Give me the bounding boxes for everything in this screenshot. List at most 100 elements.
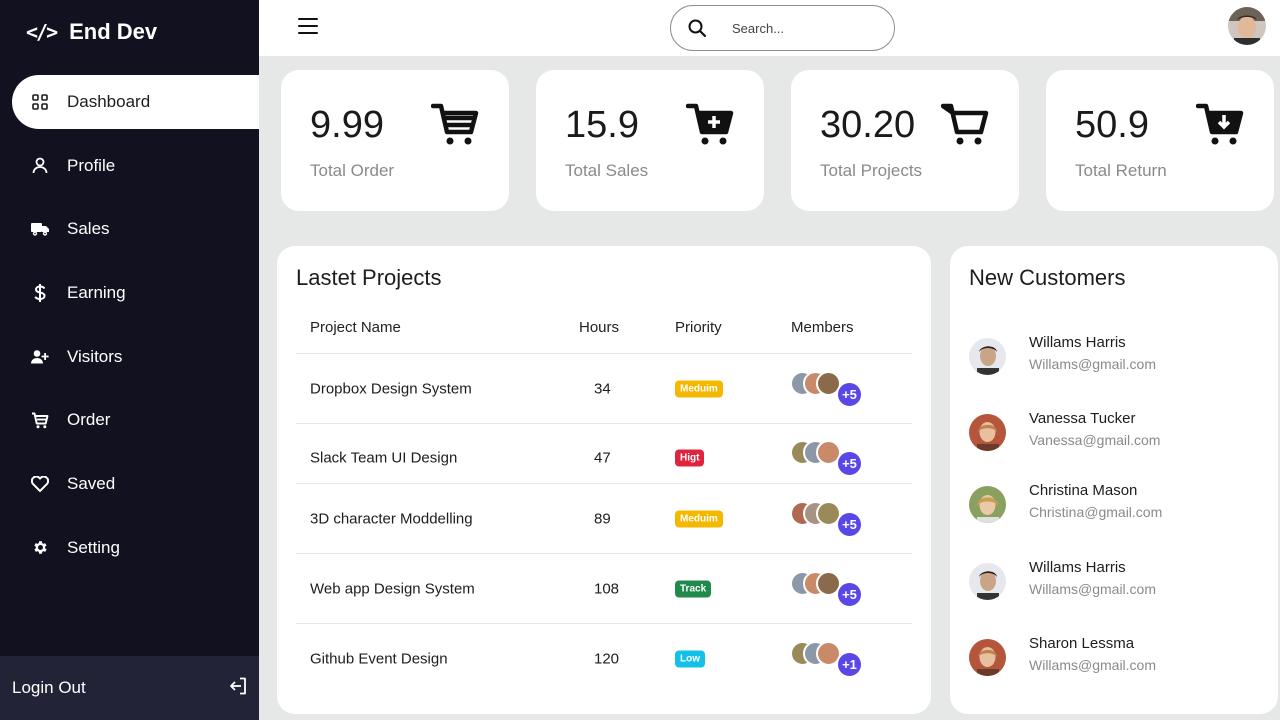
project-hours: 120 [594, 650, 620, 668]
dollar-icon [31, 284, 49, 303]
search-input[interactable] [732, 20, 872, 36]
search-bar[interactable] [670, 5, 895, 51]
topbar [259, 0, 1280, 56]
grid-icon [31, 93, 49, 111]
sidebar-item-label: Saved [67, 474, 116, 494]
code-icon: </> [26, 20, 58, 44]
customer-avatar [969, 338, 1006, 375]
priority-badge: Meduim [675, 510, 723, 527]
panel-title: New Customers [969, 265, 1126, 290]
heart-icon [31, 475, 49, 493]
sidebar: </> End Dev Dashboard Profile Sales Earn… [0, 0, 259, 720]
sidebar-item-label: Visitors [67, 346, 123, 366]
sidebar-item-label: Sales [67, 219, 110, 239]
stat-label: Total Sales [565, 161, 649, 180]
sidebar-item-label: Earning [67, 283, 126, 303]
panel-title: Lastet Projects [296, 265, 442, 290]
user-icon [31, 157, 49, 175]
stat-card-total-order[interactable]: 9.99 Total Order [281, 70, 509, 211]
brand-name: End Dev [69, 19, 158, 44]
sidebar-item-label: Profile [67, 155, 116, 175]
customer-item[interactable]: Vanessa Tucker Vanessa@gmail.com [969, 408, 1259, 458]
cart-arrow-down-icon [1196, 103, 1244, 145]
stat-value: 50.9 [1075, 104, 1149, 146]
customer-name: Vanessa Tucker [1029, 410, 1136, 427]
table-header: Project Name Hours Priority Members [296, 318, 912, 354]
stat-label: Total Return [1075, 161, 1167, 180]
customer-email: Christina@gmail.com [1029, 504, 1163, 520]
cart-icon [431, 103, 479, 145]
sidebar-nav: Dashboard Profile Sales Earning Visitors [0, 75, 259, 585]
customer-avatar [969, 563, 1006, 600]
user-plus-icon [31, 348, 49, 366]
logout-label: Login Out [12, 678, 86, 697]
column-header-members: Members [791, 319, 854, 336]
project-name: Github Event Design [310, 650, 448, 668]
gear-icon [31, 539, 49, 557]
table-row[interactable]: Dropbox Design System 34 Meduim +5 [296, 354, 912, 424]
sidebar-item-earning[interactable]: Earning [0, 266, 259, 320]
sidebar-item-saved[interactable]: Saved [0, 457, 259, 511]
customer-avatar [969, 639, 1006, 676]
stat-value: 30.20 [820, 104, 916, 146]
more-members-badge: +1 [836, 651, 863, 678]
cart-plus-icon [686, 103, 734, 145]
stat-card-total-return[interactable]: 50.9 Total Return [1046, 70, 1274, 211]
customer-email: Vanessa@gmail.com [1029, 432, 1161, 448]
brand-logo[interactable]: </> End Dev [26, 19, 157, 45]
member-avatars[interactable]: +5 [790, 567, 870, 611]
member-avatars[interactable]: +5 [790, 367, 870, 411]
more-members-badge: +5 [836, 450, 863, 478]
more-members-badge: +5 [836, 580, 863, 608]
sidebar-item-order[interactable]: Order [0, 393, 259, 447]
sidebar-item-setting[interactable]: Setting [0, 521, 259, 575]
project-name: 3D character Moddelling [310, 510, 473, 527]
project-name: Web app Design System [310, 580, 475, 597]
column-header-project-name: Project Name [310, 319, 401, 336]
customer-item[interactable]: Willams Harris Willams@gmail.com [969, 557, 1259, 607]
customer-name: Willams Harris [1029, 559, 1126, 576]
table-row[interactable]: Github Event Design 120 Low +1 [296, 624, 912, 694]
project-name: Slack Team UI Design [310, 449, 458, 467]
project-hours: 89 [594, 510, 611, 527]
sidebar-item-profile[interactable]: Profile [0, 139, 259, 193]
customer-item[interactable]: Sharon Lessma Willams@gmail.com [969, 633, 1259, 683]
stat-card-total-projects[interactable]: 30.20 Total Projects [791, 70, 1019, 211]
member-avatars[interactable]: +1 [790, 637, 870, 681]
new-customers-panel: New Customers Willams Harris Willams@gma… [950, 246, 1278, 714]
sidebar-item-visitors[interactable]: Visitors [0, 330, 259, 384]
stat-value: 9.99 [310, 104, 384, 146]
sidebar-item-sales[interactable]: Sales [0, 202, 259, 256]
cart-outline-icon [941, 103, 989, 145]
logout-icon [229, 677, 247, 700]
project-hours: 34 [594, 380, 611, 397]
more-members-badge: +5 [836, 510, 863, 538]
priority-badge: Low [675, 650, 705, 668]
stat-label: Total Order [310, 161, 395, 180]
member-avatars[interactable]: +5 [790, 436, 870, 480]
table-row[interactable]: Web app Design System 108 Track +5 [296, 554, 912, 624]
logout-button[interactable]: Login Out [0, 656, 259, 720]
column-header-priority: Priority [675, 319, 722, 336]
latest-projects-panel: Lastet Projects Project Name Hours Prior… [277, 246, 931, 714]
menu-toggle-icon[interactable] [298, 18, 318, 35]
table-row[interactable]: 3D character Moddelling 89 Meduim +5 [296, 484, 912, 554]
customer-item[interactable]: Christina Mason Christina@gmail.com [969, 480, 1259, 530]
sidebar-item-label: Order [67, 410, 111, 430]
customer-name: Sharon Lessma [1029, 635, 1135, 652]
cart-icon [31, 411, 49, 429]
more-members-badge: +5 [836, 380, 863, 408]
customer-item[interactable]: Willams Harris Willams@gmail.com [969, 332, 1259, 382]
stat-label: Total Projects [820, 161, 923, 180]
stat-card-total-sales[interactable]: 15.9 Total Sales [536, 70, 764, 211]
priority-badge: Higt [675, 449, 705, 467]
stat-value: 15.9 [565, 104, 639, 146]
project-hours: 47 [594, 449, 611, 467]
customer-name: Willams Harris [1029, 334, 1126, 351]
member-avatars[interactable]: +5 [790, 497, 870, 541]
customer-email: Willams@gmail.com [1029, 581, 1156, 597]
user-avatar[interactable] [1228, 7, 1266, 45]
project-name: Dropbox Design System [310, 380, 472, 397]
table-row[interactable]: Slack Team UI Design 47 Higt +5 [296, 424, 912, 484]
sidebar-item-dashboard[interactable]: Dashboard [12, 75, 259, 129]
